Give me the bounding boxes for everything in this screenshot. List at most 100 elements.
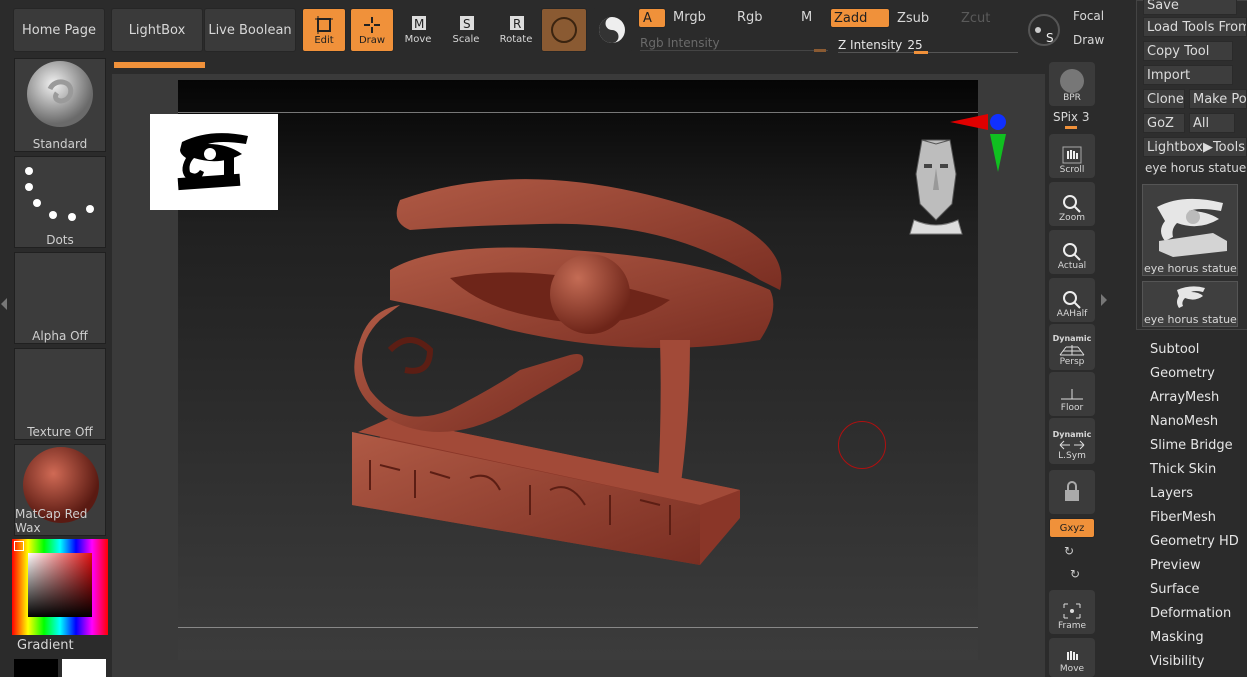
material-thumb[interactable]: MatCap Red Wax xyxy=(14,444,106,536)
gradient-label[interactable]: Gradient xyxy=(17,638,74,653)
bpr-button[interactable]: BPR xyxy=(1049,62,1095,106)
persp-label: Persp xyxy=(1059,357,1085,367)
m-toggle[interactable]: M xyxy=(801,10,812,25)
move-view-button[interactable]: Move xyxy=(1049,638,1095,677)
menu-item-fibermesh[interactable]: FiberMesh xyxy=(1150,510,1216,525)
bpr-sphere-icon xyxy=(1060,69,1084,93)
dots-label: Dots xyxy=(46,233,74,247)
svg-text:M: M xyxy=(414,17,424,31)
zadd-toggle[interactable]: Zadd xyxy=(830,8,890,28)
texture-off-label: Texture Off xyxy=(27,425,93,439)
menu-item-layers[interactable]: Layers xyxy=(1150,486,1193,501)
rotate-y-icon[interactable]: ↻ xyxy=(1064,544,1074,558)
rgb-toggle[interactable]: Rgb xyxy=(737,10,763,25)
menu-item-geometry-hd[interactable]: Geometry HD xyxy=(1150,534,1239,549)
rgb-intensity-slider[interactable]: Rgb Intensity xyxy=(640,32,828,52)
move-hand-icon xyxy=(1067,651,1078,660)
current-tool-name: eye horus statue01 xyxy=(1145,161,1247,175)
symmetry-arrows-icon xyxy=(1059,440,1085,450)
load-tools-button[interactable]: Load Tools From P xyxy=(1143,17,1247,37)
perspective-grid-icon xyxy=(1059,345,1085,356)
tool-palette: Save Load Tools From P Copy Tool Import … xyxy=(1136,0,1247,330)
a-toggle[interactable]: A xyxy=(638,8,666,28)
scroll-button[interactable]: Scroll xyxy=(1049,134,1095,178)
spix-slider[interactable]: SPix 3 xyxy=(1053,110,1093,132)
zoom-button[interactable]: Zoom xyxy=(1049,182,1095,226)
z-intensity-slider[interactable]: Z Intensity 25 xyxy=(838,34,1018,54)
draw-button[interactable]: Draw xyxy=(350,8,394,52)
menu-item-visibility[interactable]: Visibility xyxy=(1150,654,1204,669)
menu-item-surface[interactable]: Surface xyxy=(1150,582,1200,597)
actual-button[interactable]: Actual xyxy=(1049,230,1095,274)
zcut-toggle[interactable]: Zcut xyxy=(961,11,990,26)
menu-item-arraymesh[interactable]: ArrayMesh xyxy=(1150,390,1219,405)
focal-shift-icon-button[interactable]: S xyxy=(1024,8,1064,52)
lock-button[interactable] xyxy=(1049,470,1095,514)
goz-button[interactable]: GoZ xyxy=(1143,113,1185,133)
draw-icon xyxy=(364,16,380,33)
menu-item-masking[interactable]: Masking xyxy=(1150,630,1204,645)
spix-label: SPix xyxy=(1053,110,1079,124)
eye-of-horus-model[interactable] xyxy=(340,160,810,580)
copy-tool-button[interactable]: Copy Tool xyxy=(1143,41,1233,61)
move-button[interactable]: M Move xyxy=(402,14,434,45)
aahalf-button[interactable]: AAHalf xyxy=(1049,278,1095,322)
axis-gizmo[interactable] xyxy=(946,110,1010,176)
menu-item-deformation[interactable]: Deformation xyxy=(1150,606,1231,621)
rotate-z-icon[interactable]: ↻ xyxy=(1070,567,1080,581)
alpha-thumb[interactable]: Alpha Off xyxy=(14,252,106,344)
secondary-color-swatch[interactable] xyxy=(62,659,106,677)
import-button[interactable]: Import xyxy=(1143,65,1233,85)
thumb2-label: eye horus statue xyxy=(1144,313,1237,326)
clone-button[interactable]: Clone xyxy=(1143,89,1185,109)
lightbox-button[interactable]: LightBox xyxy=(111,8,203,52)
draw-size-label[interactable]: Draw xyxy=(1073,33,1104,47)
edit-label: Edit xyxy=(314,34,334,46)
edit-button[interactable]: Edit xyxy=(302,8,346,52)
persp-button[interactable]: Dynamic Persp xyxy=(1049,324,1095,370)
main-color-swatch[interactable] xyxy=(14,659,58,677)
zsub-toggle[interactable]: Zsub xyxy=(897,11,929,26)
scale-button[interactable]: S Scale xyxy=(450,14,482,45)
move-icon: M xyxy=(412,16,426,31)
dots-stroke-thumb[interactable]: Dots xyxy=(14,156,106,248)
rotate-button[interactable]: R Rotate xyxy=(499,14,533,45)
standard-brush-icon xyxy=(27,61,93,127)
texture-thumb[interactable]: Texture Off xyxy=(14,348,106,440)
left-collapse-arrow[interactable] xyxy=(1,298,7,310)
z-intensity-label: Z Intensity xyxy=(838,38,903,52)
goz-all-button[interactable]: All xyxy=(1189,113,1235,133)
focal-shift-label[interactable]: Focal xyxy=(1073,9,1104,23)
floor-button[interactable]: Floor xyxy=(1049,372,1095,416)
menu-item-thick-skin[interactable]: Thick Skin xyxy=(1150,462,1216,477)
lightbox-tools-button[interactable]: Lightbox▶Tools xyxy=(1143,137,1247,157)
menu-item-nanomesh[interactable]: NanoMesh xyxy=(1150,414,1218,429)
xyz-button[interactable]: Gxyz xyxy=(1049,518,1095,538)
frame-label: Frame xyxy=(1057,621,1087,631)
frame-button[interactable]: Frame xyxy=(1049,590,1095,634)
tool-thumb-large[interactable]: eye horus statue xyxy=(1142,184,1238,276)
eye-horus-small-icon xyxy=(1177,286,1205,308)
mrgb-toggle[interactable]: Mrgb xyxy=(673,10,706,25)
menu-item-slime-bridge[interactable]: Slime Bridge xyxy=(1150,438,1233,453)
rgb-intensity-track xyxy=(640,50,828,51)
home-page-button[interactable]: Home Page xyxy=(13,8,105,52)
tool-thumb-small[interactable]: eye horus statue xyxy=(1142,281,1238,327)
color-sphere-button[interactable] xyxy=(592,8,632,52)
standard-brush-thumb[interactable]: Standard xyxy=(14,58,106,152)
menu-item-geometry[interactable]: Geometry xyxy=(1150,366,1215,381)
menu-item-preview[interactable]: Preview xyxy=(1150,558,1201,573)
color-picker[interactable] xyxy=(12,539,108,635)
svg-text:S: S xyxy=(463,17,471,31)
z-intensity-track xyxy=(838,52,1018,53)
live-boolean-button[interactable]: Live Boolean xyxy=(204,8,296,52)
right-shelf-collapse-arrow[interactable] xyxy=(1101,294,1107,306)
menu-item-subtool[interactable]: Subtool xyxy=(1150,342,1199,357)
color-picker-square[interactable] xyxy=(28,553,92,617)
draw-label: Draw xyxy=(358,34,386,46)
material-sphere-button[interactable] xyxy=(541,8,587,52)
make-polymesh-button[interactable]: Make Poly xyxy=(1189,89,1247,109)
save-tool-button[interactable]: Save xyxy=(1143,0,1237,15)
edit-icon xyxy=(315,15,333,34)
lsym-button[interactable]: Dynamic L.Sym xyxy=(1049,418,1095,464)
